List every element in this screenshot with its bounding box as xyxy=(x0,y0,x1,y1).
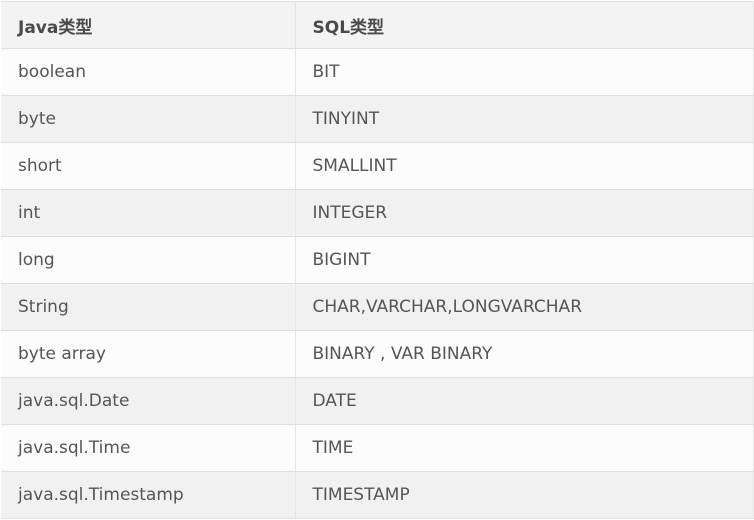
sql-type-cell: TIMESTAMP xyxy=(295,471,754,519)
table-row: boolean BIT xyxy=(1,48,754,96)
java-type-cell: byte xyxy=(1,95,296,143)
java-type-cell: java.sql.Time xyxy=(1,424,296,472)
table-row: java.sql.Date DATE xyxy=(1,377,754,425)
table-row: long BIGINT xyxy=(1,236,754,284)
sql-type-cell: BINARY , VAR BINARY xyxy=(295,330,754,378)
type-mapping-table: Java类型 SQL类型 boolean BIT byte TINYINT sh… xyxy=(1,1,754,519)
sql-type-cell: SMALLINT xyxy=(295,142,754,190)
table-row: byte array BINARY , VAR BINARY xyxy=(1,330,754,378)
header-java-type: Java类型 xyxy=(1,1,296,49)
java-type-cell: boolean xyxy=(1,48,296,96)
table-header-row: Java类型 SQL类型 xyxy=(1,1,754,49)
sql-type-cell: DATE xyxy=(295,377,754,425)
table-row: byte TINYINT xyxy=(1,95,754,143)
java-type-cell: long xyxy=(1,236,296,284)
table-row: java.sql.Timestamp TIMESTAMP xyxy=(1,471,754,519)
sql-type-cell: BIGINT xyxy=(295,236,754,284)
java-type-cell: byte array xyxy=(1,330,296,378)
header-sql-type: SQL类型 xyxy=(295,1,754,49)
java-type-cell: int xyxy=(1,189,296,237)
java-type-cell: String xyxy=(1,283,296,331)
table-row: java.sql.Time TIME xyxy=(1,424,754,472)
table-row: int INTEGER xyxy=(1,189,754,237)
sql-type-cell: TINYINT xyxy=(295,95,754,143)
java-type-cell: short xyxy=(1,142,296,190)
table-row: String CHAR,VARCHAR,LONGVARCHAR xyxy=(1,283,754,331)
sql-type-cell: BIT xyxy=(295,48,754,96)
java-type-cell: java.sql.Timestamp xyxy=(1,471,296,519)
sql-type-cell: INTEGER xyxy=(295,189,754,237)
sql-type-cell: TIME xyxy=(295,424,754,472)
table-row: short SMALLINT xyxy=(1,142,754,190)
java-type-cell: java.sql.Date xyxy=(1,377,296,425)
sql-type-cell: CHAR,VARCHAR,LONGVARCHAR xyxy=(295,283,754,331)
